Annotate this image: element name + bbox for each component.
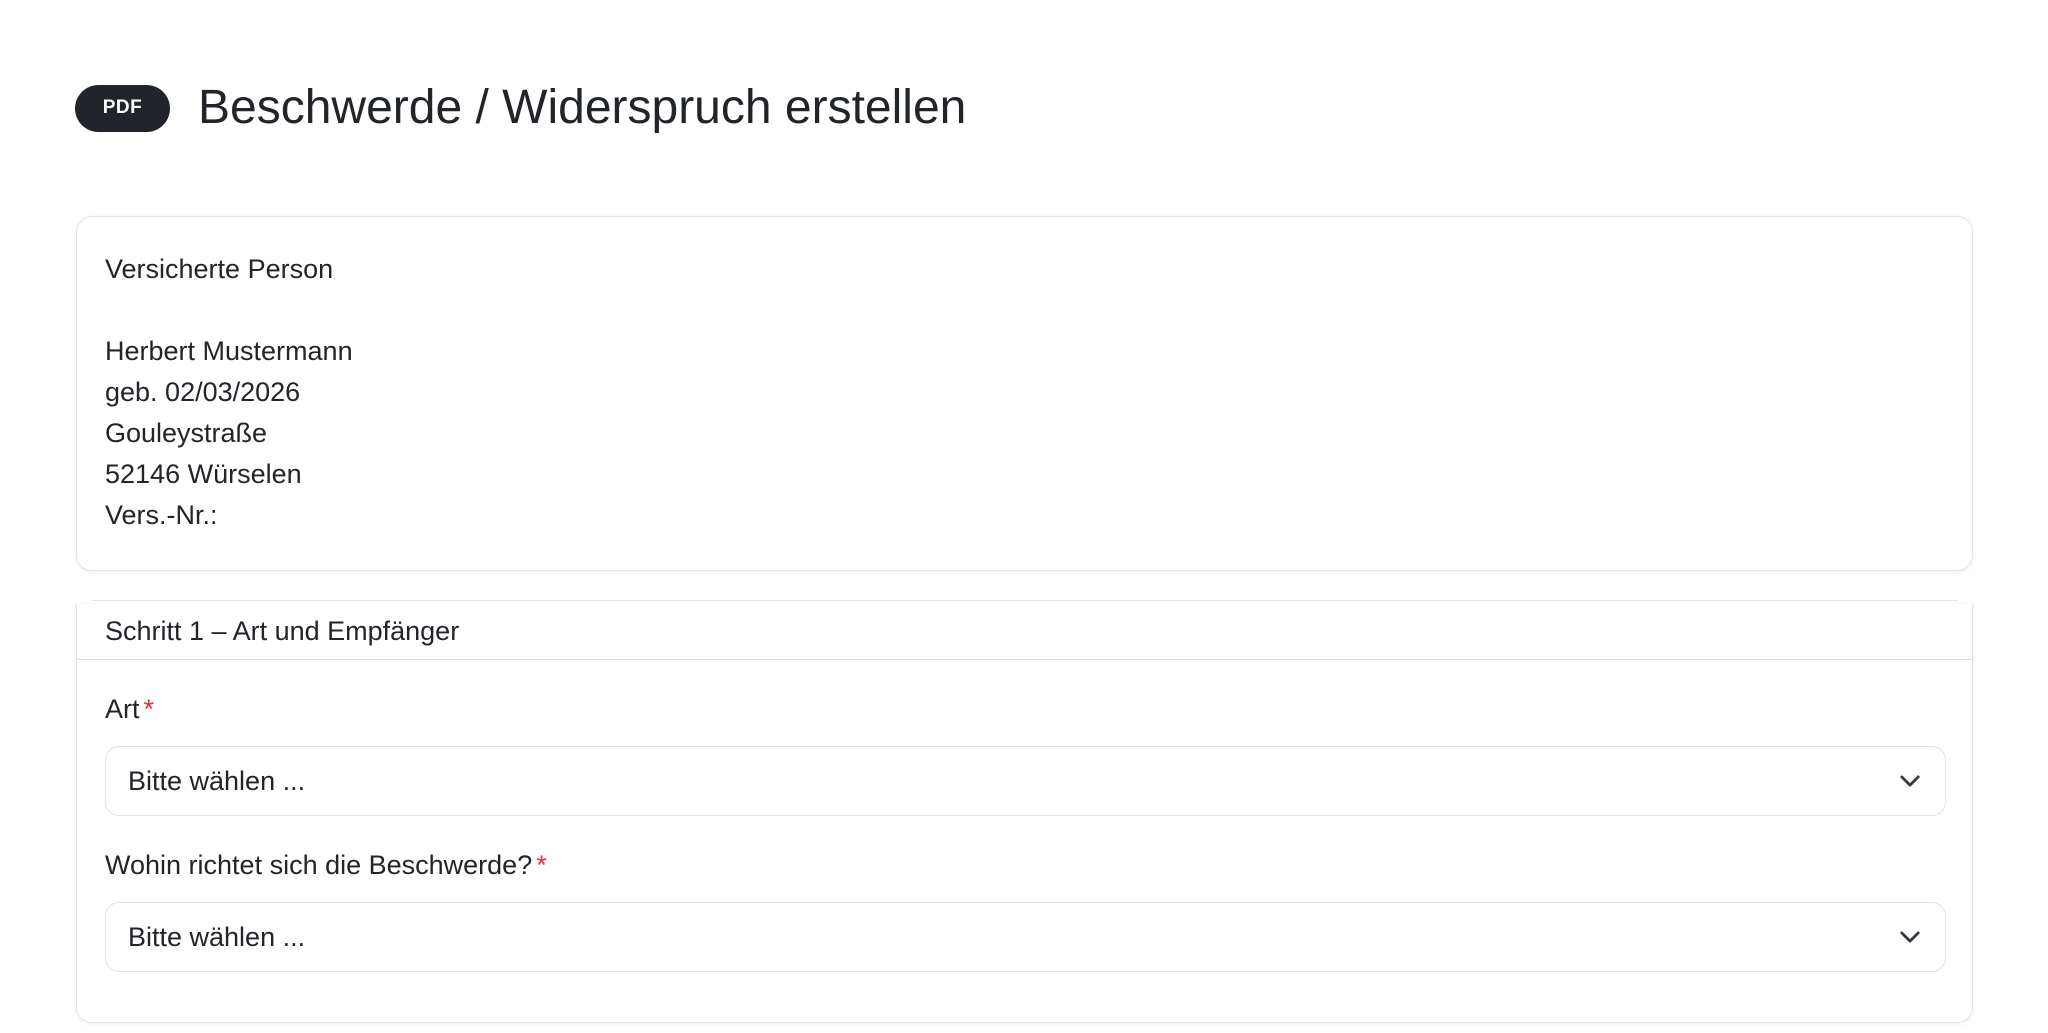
recipient-select-value: Bitte wählen ... bbox=[128, 921, 306, 952]
section-divider bbox=[92, 600, 1958, 601]
person-insurance-number: Vers.-Nr.: bbox=[105, 499, 218, 530]
person-birthdate: geb. 02/03/2026 bbox=[105, 376, 301, 407]
field-recipient-label: Wohin richtet sich die Beschwerde? * bbox=[105, 850, 1944, 884]
art-select-value: Bitte wählen ... bbox=[128, 765, 306, 796]
page-header: PDF Beschwerde / Widerspruch erstellen bbox=[75, 80, 966, 136]
page: PDF Beschwerde / Widerspruch erstellen V… bbox=[0, 0, 2048, 1033]
art-select[interactable]: Bitte wählen ... bbox=[105, 746, 1946, 816]
field-art: Art * Bitte wählen ... bbox=[105, 694, 1946, 816]
page-title: Beschwerde / Widerspruch erstellen bbox=[198, 81, 967, 134]
person-city: 52146 Würselen bbox=[105, 458, 302, 489]
field-recipient: Wohin richtet sich die Beschwerde? * Bitt… bbox=[105, 850, 1946, 972]
insured-person-details: Herbert Mustermann geb. 02/03/2026 Goule… bbox=[105, 331, 1944, 536]
insured-person-card: Versicherte Person Herbert Mustermann ge… bbox=[76, 216, 1973, 571]
field-art-label: Art * bbox=[105, 694, 1944, 728]
pdf-badge[interactable]: PDF bbox=[75, 84, 170, 132]
required-mark: * bbox=[143, 694, 155, 724]
step-1-title: Schritt 1 – Art und Empfänger bbox=[77, 604, 1972, 660]
chevron-down-icon bbox=[1900, 931, 1920, 943]
field-recipient-label-text: Wohin richtet sich die Beschwerde? bbox=[105, 850, 533, 880]
field-art-label-text: Art bbox=[105, 694, 140, 724]
person-name: Herbert Mustermann bbox=[105, 335, 353, 366]
step-1-body: Art * Bitte wählen ... Wohin richtet sich… bbox=[77, 660, 1972, 972]
step-1-card: Schritt 1 – Art und Empfänger Art * Bitte… bbox=[76, 604, 1973, 1023]
required-mark: * bbox=[536, 850, 547, 880]
recipient-select[interactable]: Bitte wählen ... bbox=[105, 902, 1946, 972]
person-street: Gouleystraße bbox=[105, 417, 268, 448]
chevron-down-icon bbox=[1900, 775, 1920, 787]
insured-person-heading: Versicherte Person bbox=[105, 254, 334, 284]
